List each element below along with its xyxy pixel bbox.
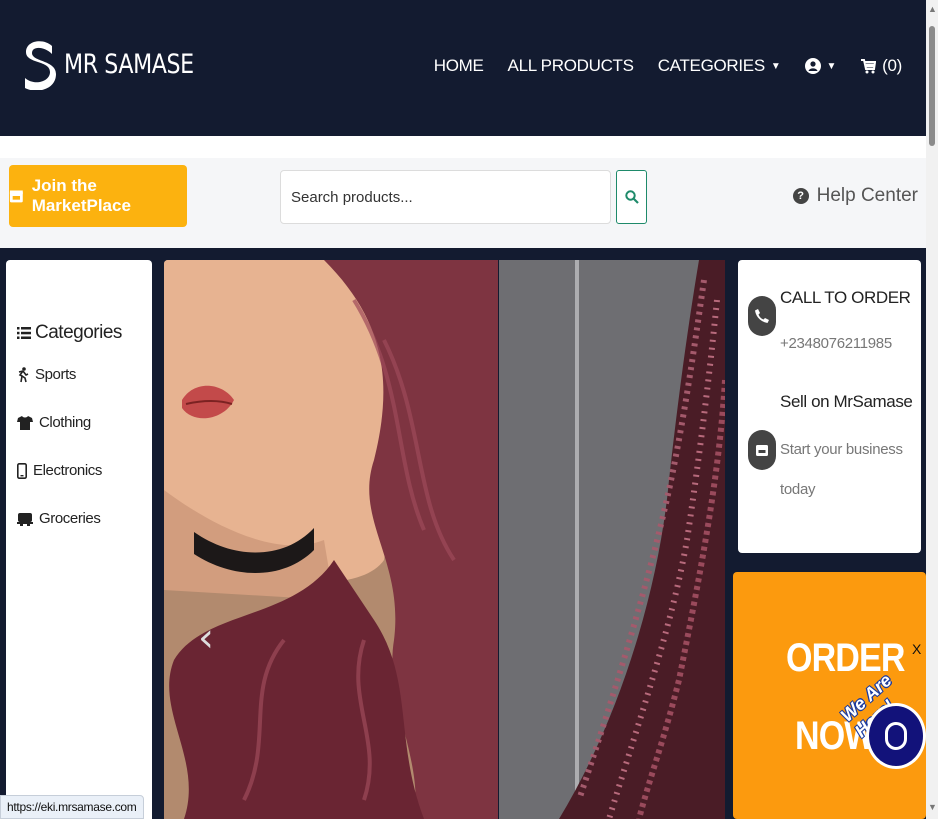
phone-number[interactable]: +2348076211985 — [780, 324, 892, 364]
nav-all-products[interactable]: ALL PRODUCTS — [508, 56, 634, 76]
category-label: Clothing — [39, 414, 91, 431]
category-electronics[interactable]: Electronics — [17, 462, 152, 479]
tshirt-icon — [17, 415, 33, 430]
categories-panel: Categories Sports Clothing Electronics G… — [6, 260, 152, 819]
sell-subtitle-2: today — [780, 481, 816, 498]
question-icon: ? — [792, 188, 809, 204]
search-input[interactable] — [280, 170, 611, 224]
category-label: Electronics — [33, 462, 102, 479]
join-marketplace-label: Join the MarketPlace — [31, 176, 131, 215]
categories-heading: Categories — [17, 322, 152, 344]
store-icon — [9, 190, 23, 203]
scrollbar-thumb[interactable] — [929, 26, 935, 146]
cart-link[interactable]: (0) — [860, 56, 902, 76]
category-sports[interactable]: Sports — [17, 366, 152, 383]
categories-title: Categories — [35, 322, 122, 343]
category-groceries[interactable]: Groceries — [17, 510, 152, 527]
main-nav: HOME ALL PRODUCTS CATEGORIES ▼ ▼ (0) — [434, 56, 903, 76]
carousel-prev-icon[interactable]: ‹ — [198, 615, 214, 661]
nav-categories[interactable]: CATEGORIES ▼ — [658, 56, 781, 76]
phone-call-icon — [748, 296, 776, 336]
brand-logo[interactable]: MR SAMASE — [22, 38, 222, 90]
category-label: Sports — [35, 366, 76, 383]
page-scrollbar[interactable]: ▲ ▼ — [926, 0, 938, 819]
scroll-up-icon[interactable]: ▲ — [928, 4, 937, 14]
chat-widget-button[interactable] — [866, 703, 926, 769]
scroll-down-icon[interactable]: ▼ — [928, 802, 937, 812]
user-menu[interactable]: ▼ — [804, 58, 837, 74]
brand-name: MR SAMASE — [64, 48, 194, 80]
cart-icon — [861, 59, 877, 74]
nav-categories-label: CATEGORIES — [657, 56, 766, 75]
search-bar — [280, 170, 647, 224]
running-icon — [18, 366, 29, 382]
top-navbar: MR SAMASE HOME ALL PRODUCTS CATEGORIES ▼… — [0, 0, 926, 136]
caret-down-icon: ▼ — [770, 60, 781, 72]
help-center-label: Help Center — [816, 185, 918, 206]
search-icon — [624, 190, 639, 204]
mannequin-wig-illustration — [164, 260, 498, 819]
caret-down-icon: ▼ — [826, 60, 837, 72]
sell-subtitle-1: Start your business — [780, 441, 903, 458]
cart-count: (0) — [882, 56, 902, 75]
user-circle-icon — [804, 58, 821, 74]
contact-card: CALL TO ORDER +2348076211985 Sell on MrS… — [738, 260, 921, 553]
nav-home[interactable]: HOME — [434, 56, 484, 76]
store-icon — [748, 430, 776, 470]
category-label: Groceries — [39, 510, 101, 527]
hero-slide-image-wig — [164, 260, 498, 819]
join-marketplace-button[interactable]: Join the MarketPlace — [9, 165, 187, 227]
sell-title[interactable]: Sell on MrSamase — [780, 392, 913, 412]
status-bar-url: https://eki.mrsamase.com — [0, 795, 144, 819]
curly-wig-illustration — [499, 260, 725, 819]
category-clothing[interactable]: Clothing — [17, 414, 152, 431]
phone-icon — [17, 462, 27, 479]
list-icon — [17, 327, 31, 339]
logo-s-icon — [25, 41, 56, 90]
truck-icon — [17, 512, 33, 526]
hero-slide-image-curly — [499, 260, 725, 819]
chat-bubble-icon — [885, 722, 907, 750]
search-button[interactable] — [616, 170, 647, 224]
help-center-link[interactable]: ? Help Center — [792, 185, 918, 207]
call-to-order-title: CALL TO ORDER — [780, 288, 911, 307]
